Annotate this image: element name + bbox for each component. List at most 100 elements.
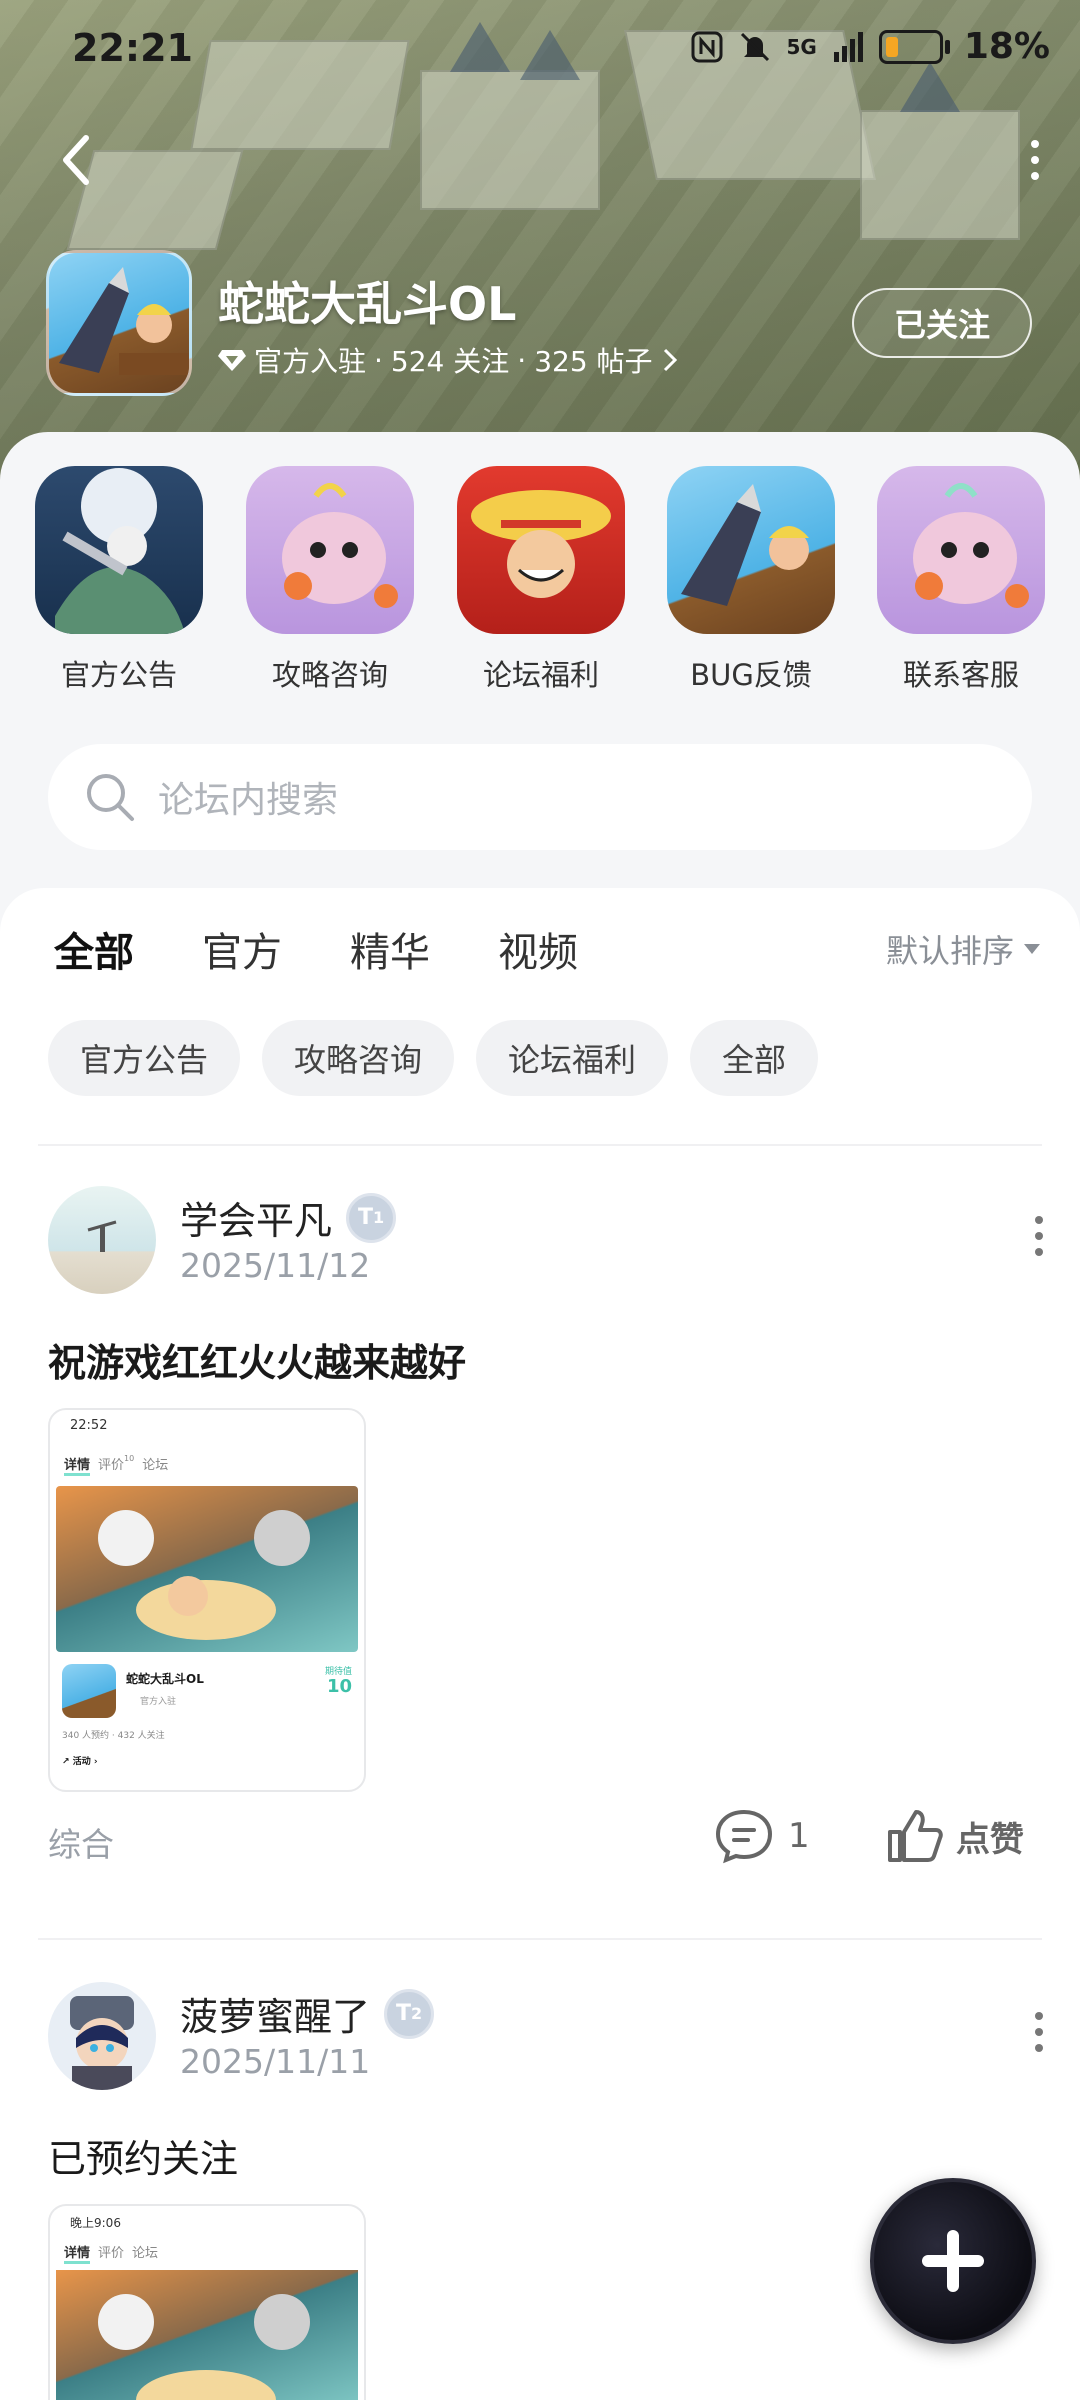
shortcut-image xyxy=(877,466,1045,634)
shortcut-label: BUG反馈 xyxy=(690,658,812,692)
plus-icon xyxy=(922,2230,984,2292)
thumb-game-name: 蛇蛇大乱斗OL xyxy=(126,1672,204,1686)
shortcut-image xyxy=(457,466,625,634)
level-badge-number: 1 xyxy=(372,1208,385,1227)
like-button[interactable]: 点赞 xyxy=(886,1808,1024,1864)
shortcut-forum-welfare[interactable]: 论坛福利 xyxy=(456,466,626,694)
castle-tower xyxy=(860,110,1020,240)
username-row: 学会平凡 T1 xyxy=(180,1190,397,1245)
post-image[interactable]: 晚上9:06 详情 评价 论坛 xyxy=(48,2204,366,2400)
post-title[interactable]: 已预约关注 xyxy=(48,2128,238,2183)
nfc-icon xyxy=(691,31,723,62)
comment-button[interactable]: 1 xyxy=(714,1808,810,1864)
thumb-banner xyxy=(56,1486,358,1652)
thumb-game-icon xyxy=(62,1664,116,1718)
follow-button[interactable]: 已关注 xyxy=(852,288,1032,358)
thumb-tabs: 详情 评价 10 论坛 xyxy=(64,1454,168,1476)
sort-dropdown[interactable]: 默认排序 xyxy=(886,926,1040,972)
username[interactable]: 学会平凡 xyxy=(180,1190,332,1245)
chip-all[interactable]: 全部 xyxy=(690,1020,819,1096)
search-icon xyxy=(87,774,134,821)
thumb-tab-forum: 论坛 xyxy=(142,1458,169,1473)
like-label: 点赞 xyxy=(956,1819,1024,1860)
mute-bell-icon xyxy=(741,32,770,61)
divider xyxy=(38,1144,1042,1146)
diamond-icon xyxy=(218,350,246,371)
shortcut-bug-report[interactable]: BUG反馈 xyxy=(666,466,836,694)
battery-level: 18% xyxy=(963,26,1050,67)
chip-official-notice[interactable]: 官方公告 xyxy=(48,1020,241,1096)
official-label: 官方入驻 xyxy=(254,345,367,378)
shortcut-customer-service[interactable]: 联系客服 xyxy=(876,466,1046,694)
game-title: 蛇蛇大乱斗OL xyxy=(218,277,517,331)
post-date: 2025/11/12 xyxy=(180,1246,371,1285)
shortcut-official-notice[interactable]: 官方公告 xyxy=(34,466,204,694)
thumb-banner xyxy=(56,2270,358,2400)
thumb-activity-label: 活动 xyxy=(72,1757,91,1767)
thumb-tab-detail: 详情 xyxy=(64,2242,91,2264)
comment-count: 1 xyxy=(788,1816,810,1856)
create-post-button[interactable] xyxy=(870,2178,1036,2344)
tab-featured[interactable]: 精华 xyxy=(350,920,430,978)
thumb-activity: ↗ 活动 › xyxy=(62,1757,98,1767)
status-time: 22:21 xyxy=(72,26,193,70)
chevron-right-icon[interactable] xyxy=(661,346,679,374)
shortcut-label: 官方公告 xyxy=(60,658,177,692)
thumb-review-count: 10 xyxy=(124,1454,135,1463)
tab-bar: 全部 官方 精华 视频 xyxy=(54,920,578,982)
post-category: 综合 xyxy=(48,1825,114,1864)
username[interactable]: 菠萝蜜醒了 xyxy=(180,1986,370,2041)
post-more-icon[interactable] xyxy=(1034,2012,1044,2052)
tab-video[interactable]: 视频 xyxy=(498,920,578,978)
shortcut-image xyxy=(667,466,835,634)
divider xyxy=(38,1938,1042,1940)
thumb-score: 10 xyxy=(326,1676,352,1697)
thumb-time: 晚上9:06 xyxy=(70,2216,121,2230)
game-meta: 官方入驻 · 524 关注 · 325 帖子 xyxy=(218,340,679,380)
post-title[interactable]: 祝游戏红红火火越来越好 xyxy=(48,1332,466,1387)
shortcut-image xyxy=(246,466,414,634)
avatar[interactable] xyxy=(48,1982,156,2090)
caret-down-icon xyxy=(1024,944,1040,954)
battery-cap xyxy=(944,39,950,54)
battery-icon xyxy=(878,29,943,64)
chip-strategy[interactable]: 攻略咨询 xyxy=(262,1020,455,1096)
back-icon[interactable] xyxy=(52,130,102,190)
post-feed: 全部 官方 精华 视频 默认排序 官方公告 攻略咨询 论坛福利 全部 学会平凡 … xyxy=(0,888,1080,2400)
thumb-tab-review: 评价 xyxy=(98,2246,125,2261)
category-chips: 官方公告 攻略咨询 论坛福利 全部 xyxy=(48,1020,819,1096)
shortcut-strategy[interactable]: 攻略咨询 xyxy=(245,466,415,694)
signal-icon xyxy=(833,31,863,62)
forum-search-input[interactable]: 论坛内搜索 xyxy=(48,744,1032,850)
post-count[interactable]: 325 帖子 xyxy=(534,340,652,380)
status-bar: 22:21 5G 18% xyxy=(0,0,1080,100)
shortcut-label: 论坛福利 xyxy=(482,658,599,692)
status-icons: 5G 18% xyxy=(690,26,1050,67)
thumb-stats: 340 人预约 · 432 人关注 xyxy=(62,1731,165,1741)
thumb-time: 22:52 xyxy=(70,1418,108,1433)
network-label: 5G xyxy=(786,34,817,59)
thumb-tab-forum: 论坛 xyxy=(132,2246,159,2261)
level-badge: T1 xyxy=(346,1192,397,1243)
thumb-official: 官方入驻 xyxy=(140,1697,177,1707)
chip-forum-welfare[interactable]: 论坛福利 xyxy=(476,1020,669,1096)
level-badge: T2 xyxy=(384,1988,435,2039)
post-image[interactable]: 22:52 详情 评价 10 论坛 蛇蛇大乱斗OL 官方入驻 期待值 10 34… xyxy=(48,1408,366,1792)
shortcut-image xyxy=(35,466,203,634)
more-options-icon[interactable] xyxy=(1020,140,1050,180)
post-card[interactable]: 学会平凡 T1 2025/11/12 祝游戏红红火火越来越好 22:52 详情 … xyxy=(0,1186,1080,1864)
username-row: 菠萝蜜醒了 T2 xyxy=(180,1986,435,2041)
thumb-tab-review: 评价 xyxy=(98,1458,125,1473)
meta-separator: · xyxy=(517,343,527,377)
tab-all[interactable]: 全部 xyxy=(54,920,134,982)
post-footer: 综合 1 点赞 xyxy=(48,1808,1032,1868)
tab-official[interactable]: 官方 xyxy=(202,920,282,978)
sort-label: 默认排序 xyxy=(885,932,1014,970)
shortcut-label: 联系客服 xyxy=(902,658,1019,692)
game-icon xyxy=(46,250,192,396)
post-more-icon[interactable] xyxy=(1034,1216,1044,1256)
meta-separator: · xyxy=(374,343,383,377)
shortcut-label: 攻略咨询 xyxy=(271,658,388,692)
thumbs-up-icon xyxy=(888,1810,943,1862)
avatar[interactable] xyxy=(48,1186,156,1294)
